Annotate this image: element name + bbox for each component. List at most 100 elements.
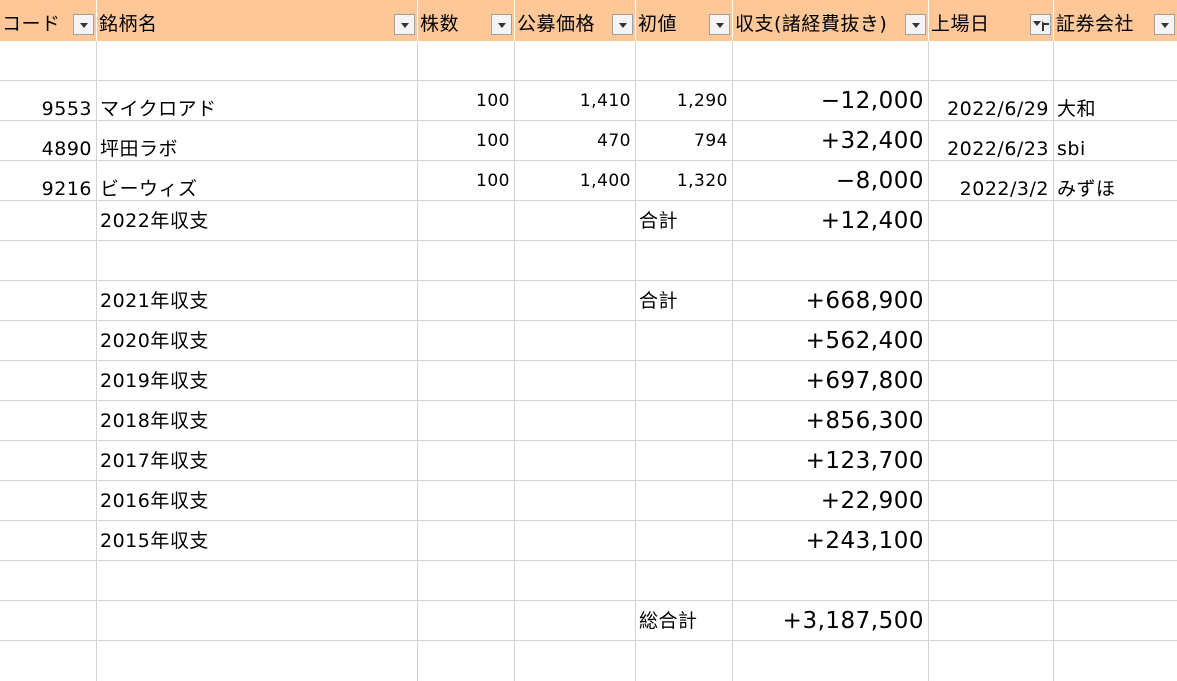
cell-broker[interactable]: sbi	[1054, 121, 1177, 161]
cell[interactable]	[733, 641, 929, 681]
cell[interactable]	[0, 241, 97, 281]
cell[interactable]	[418, 361, 515, 401]
cell[interactable]	[1054, 281, 1177, 321]
cell-year-total[interactable]: +12,400	[733, 201, 929, 241]
cell[interactable]	[929, 321, 1054, 361]
header-code[interactable]: コード	[0, 0, 97, 41]
cell[interactable]	[1054, 441, 1177, 481]
cell[interactable]	[1054, 201, 1177, 241]
filter-dropdown-icon[interactable]	[612, 14, 633, 35]
cell[interactable]	[515, 281, 636, 321]
cell[interactable]	[515, 521, 636, 561]
cell-total-label[interactable]: 合計	[636, 201, 733, 241]
cell[interactable]	[515, 561, 636, 601]
cell-shares[interactable]: 100	[418, 161, 515, 201]
cell[interactable]	[515, 321, 636, 361]
cell-offer-price[interactable]: 1,400	[515, 161, 636, 201]
cell[interactable]	[0, 641, 97, 681]
cell-grand-total-label[interactable]: 総合計	[636, 601, 733, 641]
cell-profit[interactable]: −8,000	[733, 161, 929, 201]
cell[interactable]	[929, 361, 1054, 401]
cell[interactable]	[636, 41, 733, 81]
cell[interactable]	[636, 641, 733, 681]
cell[interactable]	[418, 601, 515, 641]
header-name[interactable]: 銘柄名	[97, 0, 418, 41]
cell[interactable]	[1054, 641, 1177, 681]
cell-code[interactable]: 9216	[0, 161, 97, 201]
cell[interactable]	[515, 641, 636, 681]
filter-dropdown-icon[interactable]	[1154, 14, 1175, 35]
cell[interactable]	[97, 641, 418, 681]
cell-name[interactable]: 坪田ラボ	[97, 121, 418, 161]
cell[interactable]	[929, 521, 1054, 561]
cell[interactable]	[1054, 481, 1177, 521]
cell[interactable]	[418, 521, 515, 561]
cell[interactable]	[0, 441, 97, 481]
cell[interactable]	[929, 441, 1054, 481]
cell[interactable]	[97, 561, 418, 601]
cell[interactable]	[515, 41, 636, 81]
cell[interactable]	[0, 561, 97, 601]
cell-broker[interactable]: 大和	[1054, 81, 1177, 121]
cell[interactable]	[418, 441, 515, 481]
cell-first-price[interactable]: 1,320	[636, 161, 733, 201]
cell[interactable]	[0, 201, 97, 241]
cell[interactable]	[97, 601, 418, 641]
cell-year-total[interactable]: +123,700	[733, 441, 929, 481]
cell[interactable]	[515, 401, 636, 441]
cell[interactable]	[515, 441, 636, 481]
cell[interactable]	[929, 601, 1054, 641]
filter-dropdown-icon[interactable]	[905, 14, 926, 35]
cell-year-total[interactable]: +22,900	[733, 481, 929, 521]
cell[interactable]	[0, 41, 97, 81]
header-first-price[interactable]: 初値	[636, 0, 733, 41]
cell-year-label[interactable]: 2018年収支	[97, 401, 418, 441]
cell[interactable]	[929, 41, 1054, 81]
cell[interactable]	[418, 641, 515, 681]
cell-year-total[interactable]: +243,100	[733, 521, 929, 561]
cell-shares[interactable]: 100	[418, 81, 515, 121]
cell-year-total[interactable]: +697,800	[733, 361, 929, 401]
cell[interactable]	[1054, 601, 1177, 641]
cell-year-label[interactable]: 2021年収支	[97, 281, 418, 321]
cell-listing-date[interactable]: 2022/6/29	[929, 81, 1054, 121]
cell[interactable]	[929, 481, 1054, 521]
cell[interactable]	[636, 321, 733, 361]
filter-applied-icon[interactable]	[1030, 14, 1051, 35]
cell-year-label[interactable]: 2019年収支	[97, 361, 418, 401]
filter-dropdown-icon[interactable]	[394, 14, 415, 35]
cell[interactable]	[636, 241, 733, 281]
cell-year-total[interactable]: +856,300	[733, 401, 929, 441]
cell[interactable]	[929, 241, 1054, 281]
cell[interactable]	[929, 401, 1054, 441]
cell[interactable]	[929, 281, 1054, 321]
cell[interactable]	[0, 521, 97, 561]
cell[interactable]	[515, 361, 636, 401]
cell-grand-total[interactable]: +3,187,500	[733, 601, 929, 641]
cell-year-label[interactable]: 2020年収支	[97, 321, 418, 361]
cell[interactable]	[418, 561, 515, 601]
cell-year-total[interactable]: +562,400	[733, 321, 929, 361]
cell[interactable]	[733, 41, 929, 81]
cell[interactable]	[418, 481, 515, 521]
cell-name[interactable]: ビーウィズ	[97, 161, 418, 201]
cell-first-price[interactable]: 794	[636, 121, 733, 161]
cell[interactable]	[515, 481, 636, 521]
cell[interactable]	[0, 281, 97, 321]
filter-dropdown-icon[interactable]	[709, 14, 730, 35]
cell-profit[interactable]: +32,400	[733, 121, 929, 161]
filter-dropdown-icon[interactable]	[73, 14, 94, 35]
filter-dropdown-icon[interactable]	[491, 14, 512, 35]
cell-listing-date[interactable]: 2022/3/2	[929, 161, 1054, 201]
cell-year-total[interactable]: +668,900	[733, 281, 929, 321]
cell-year-label[interactable]: 2022年収支	[97, 201, 418, 241]
cell[interactable]	[636, 481, 733, 521]
cell[interactable]	[1054, 241, 1177, 281]
cell[interactable]	[929, 641, 1054, 681]
cell[interactable]	[0, 481, 97, 521]
cell-year-label[interactable]: 2016年収支	[97, 481, 418, 521]
cell[interactable]	[0, 361, 97, 401]
cell[interactable]	[636, 521, 733, 561]
cell[interactable]	[636, 441, 733, 481]
cell[interactable]	[515, 601, 636, 641]
